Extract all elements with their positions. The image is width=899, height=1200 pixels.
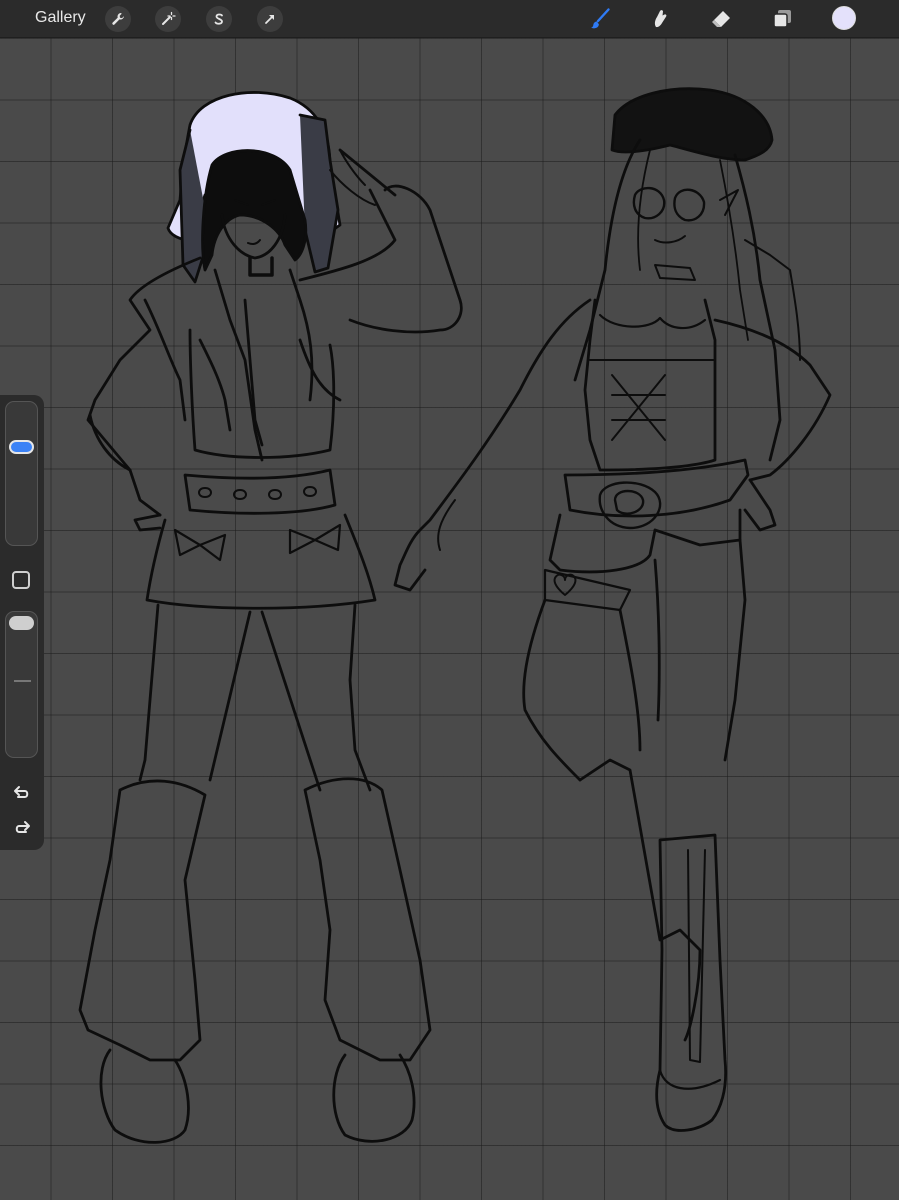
undo-icon bbox=[14, 786, 29, 798]
brush-size-slider[interactable] bbox=[5, 401, 38, 546]
brush-size-thumb[interactable] bbox=[9, 440, 34, 454]
slider-mark bbox=[14, 680, 31, 682]
modify-button[interactable] bbox=[12, 571, 30, 589]
right-character-corset-lacing bbox=[611, 374, 666, 441]
opacity-slider[interactable] bbox=[5, 611, 38, 758]
opacity-thumb[interactable] bbox=[9, 616, 34, 630]
left-sidebar bbox=[0, 395, 44, 850]
line-art-drawing bbox=[78, 87, 832, 1144]
left-character-hair bbox=[201, 149, 308, 272]
redo-button[interactable] bbox=[10, 815, 34, 837]
left-character-belt bbox=[183, 468, 337, 515]
undo-button[interactable] bbox=[10, 780, 34, 802]
redo-icon bbox=[15, 821, 30, 833]
